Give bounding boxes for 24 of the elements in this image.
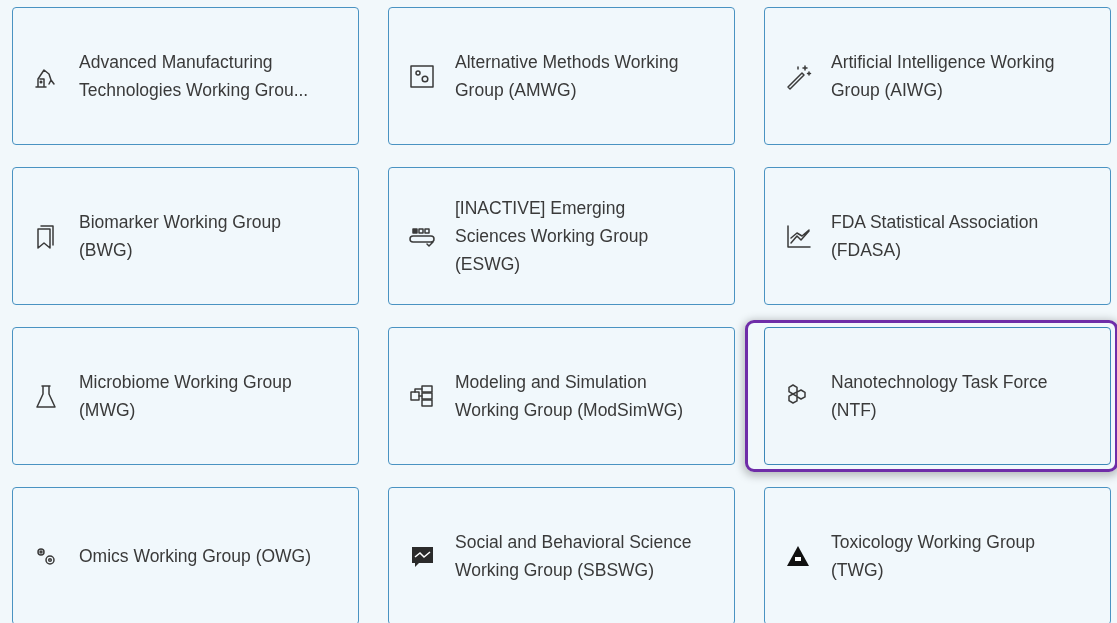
group-title: Advanced Manufacturing Technologies Working Grou... bbox=[79, 51, 310, 102]
group-title: Artificial Intelligence Working Group (AIWG) bbox=[831, 51, 1056, 102]
group-title: Toxicology Working Group (TWG) bbox=[831, 531, 1036, 582]
group-card[interactable]: [INACTIVE] Emerging Sciences Working Group (ESWG) bbox=[388, 167, 735, 305]
group-card[interactable]: Modeling and Simulation Working Group (ModSimWG) bbox=[388, 327, 735, 465]
group-title: Alternative Methods Working Group (AMWG) bbox=[455, 51, 680, 102]
group-title: Nanotechnology Task Force (NTF) bbox=[831, 371, 1049, 422]
group-card[interactable]: Omics Working Group (OWG) bbox=[12, 487, 359, 623]
group-card[interactable]: Toxicology Working Group (TWG) bbox=[764, 487, 1111, 623]
group-card[interactable]: FDA Statistical Association (FDASA) bbox=[764, 167, 1111, 305]
group-card[interactable]: Social and Behavioral Science Working Group (SBSWG) bbox=[388, 487, 735, 623]
group-title: Modeling and Simulation Working Group (ModSimWG) bbox=[455, 371, 685, 422]
group-card[interactable]: Nanotechnology Task Force (NTF) bbox=[764, 327, 1111, 465]
group-title: Biomarker Working Group (BWG) bbox=[79, 211, 282, 262]
group-title: [INACTIVE] Emerging Sciences Working Group (ESWG) bbox=[455, 197, 650, 276]
group-card[interactable]: Biomarker Working Group (BWG) bbox=[12, 167, 359, 305]
group-title: Social and Behavioral Science Working Group (SBSWG) bbox=[455, 531, 693, 582]
group-card[interactable]: Advanced Manufacturing Technologies Working Grou... bbox=[12, 7, 359, 145]
group-card[interactable]: Alternative Methods Working Group (AMWG) bbox=[388, 7, 735, 145]
group-card[interactable]: Artificial Intelligence Working Group (AIWG) bbox=[764, 7, 1111, 145]
group-title: Omics Working Group (OWG) bbox=[79, 545, 312, 568]
group-card[interactable]: Microbiome Working Group (MWG) bbox=[12, 327, 359, 465]
group-title: FDA Statistical Association (FDASA) bbox=[831, 211, 1040, 262]
group-title: Microbiome Working Group (MWG) bbox=[79, 371, 293, 422]
